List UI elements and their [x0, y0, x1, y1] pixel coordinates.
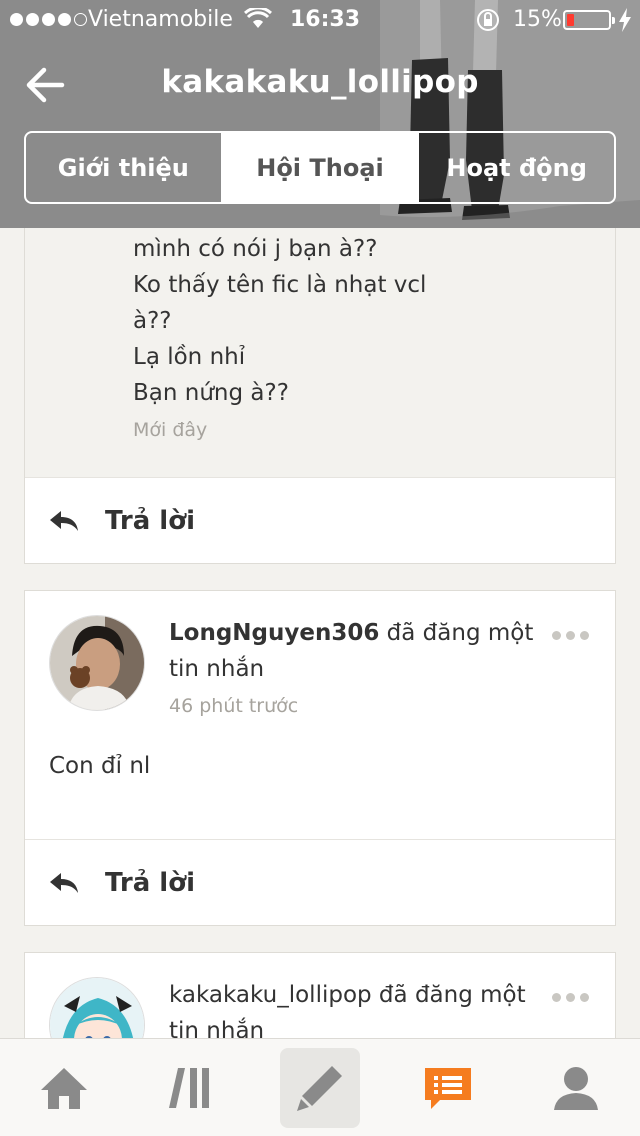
reply-button[interactable]: Trả lời [25, 477, 615, 563]
message-line: mình có nói j bạn à?? [133, 236, 378, 262]
user-photo-icon [50, 978, 144, 1038]
message-card: mình có nói j bạn à?? Ko thấy tên fic là… [24, 228, 616, 564]
reply-label: Trả lời [105, 505, 195, 536]
status-time: 16:33 [290, 7, 361, 32]
battery-percentage: 15% [513, 7, 562, 32]
compose-icon [297, 1065, 342, 1111]
avatar[interactable] [49, 615, 145, 711]
conversation-feed[interactable]: mình có nói j bạn à?? Ko thấy tên fic là… [0, 228, 640, 1038]
more-options-icon[interactable] [552, 993, 589, 1002]
page-title: kakakaku_lollipop [161, 64, 479, 100]
tab-conversations[interactable]: Hội Thoại [220, 133, 418, 202]
bottom-tab-bar [0, 1038, 640, 1136]
profile-header: Vietnamobile 16:33 15% kakakaku_lollipop… [0, 0, 640, 228]
rotation-lock-icon [477, 9, 499, 31]
reply-button[interactable]: Trả lời [25, 839, 615, 925]
message-line: Lạ lồn nhỉ [133, 344, 246, 370]
profile-tabs: Giới thiệu Hội Thoại Hoạt động [24, 131, 616, 204]
battery-icon [563, 10, 615, 30]
tab-home[interactable] [24, 1048, 104, 1128]
message-timestamp: Mới đây [133, 419, 208, 441]
tab-profile[interactable] [536, 1048, 616, 1128]
signal-strength-icon [10, 13, 87, 26]
tab-compose[interactable] [280, 1047, 360, 1128]
carrier-name: Vietnamobile [88, 7, 233, 32]
tab-conversations-nav[interactable] [408, 1048, 488, 1128]
reply-arrow-icon [50, 510, 78, 531]
message-line: Bạn nứng à?? [133, 380, 289, 406]
message-card: kakakaku_lollipop đã đăng một tin nhắn [24, 952, 616, 1038]
message-card: LongNguyen306 đã đăng một tin nhắn 46 ph… [24, 590, 616, 926]
charging-icon [619, 8, 631, 32]
reply-label: Trả lời [105, 867, 195, 898]
user-photo-icon [50, 616, 144, 710]
library-icon [169, 1067, 209, 1108]
conversations-icon [425, 1067, 471, 1109]
home-icon [41, 1067, 87, 1109]
profile-icon [554, 1066, 598, 1110]
post-body: Con đỉ nl [49, 753, 151, 779]
message-line: Ko thấy tên fic là nhạt vcl [133, 272, 427, 298]
reply-arrow-icon [50, 872, 78, 893]
post-header: LongNguyen306 đã đăng một tin nhắn [169, 615, 549, 687]
post-header: kakakaku_lollipop đã đăng một tin nhắn [169, 977, 549, 1038]
tab-library[interactable] [152, 1048, 232, 1128]
message-line: à?? [133, 308, 172, 334]
post-timestamp: 46 phút trước [169, 695, 299, 717]
wifi-icon [244, 8, 272, 28]
more-options-icon[interactable] [552, 631, 589, 640]
username-link[interactable]: kakakaku_lollipop [169, 982, 372, 1008]
avatar[interactable] [49, 977, 145, 1038]
username-link[interactable]: LongNguyen306 [169, 620, 379, 646]
reply-thread: mình có nói j bạn à?? Ko thấy tên fic là… [25, 228, 615, 477]
tab-about[interactable]: Giới thiệu [26, 133, 221, 202]
status-bar: Vietnamobile 16:33 15% [0, 0, 640, 40]
tab-activity[interactable]: Hoạt động [417, 133, 614, 202]
